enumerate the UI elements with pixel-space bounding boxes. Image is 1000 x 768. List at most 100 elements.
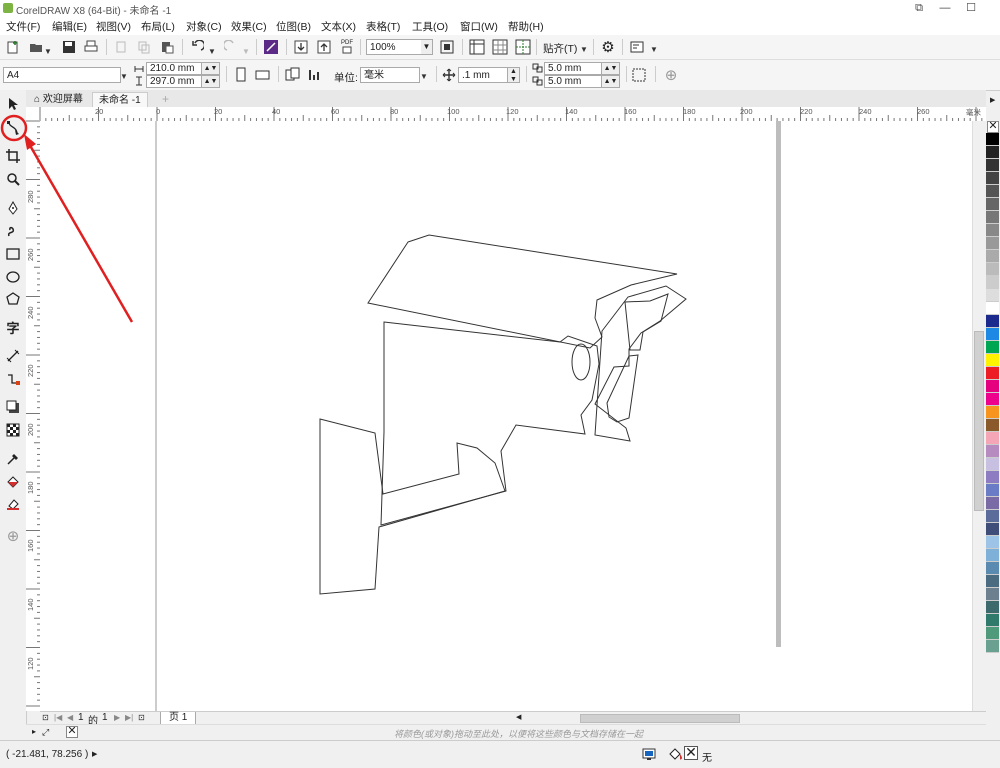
vertical-scroll-thumb[interactable] — [974, 331, 984, 511]
all-pages-icon[interactable] — [284, 66, 302, 84]
menu-object[interactable]: 对象(C) — [186, 19, 222, 34]
parallel-dimension-tool-icon[interactable] — [3, 346, 23, 366]
color-swatch[interactable] — [986, 380, 999, 393]
nudge-stepper[interactable]: ▲ ▼ — [508, 67, 520, 83]
status-expand-icon[interactable]: ▶ — [92, 750, 97, 758]
color-swatch[interactable] — [986, 276, 999, 289]
color-swatch[interactable] — [986, 601, 999, 614]
publish-pdf-icon[interactable]: PDF — [338, 38, 356, 56]
page-size-select[interactable]: A4 — [3, 67, 121, 83]
no-color-swatch-icon[interactable]: ✕ — [987, 121, 999, 133]
copy-icon[interactable] — [135, 38, 153, 56]
new-tab-add-icon[interactable]: + — [156, 92, 175, 107]
transparency-tool-icon[interactable] — [3, 420, 23, 440]
color-swatch[interactable] — [986, 185, 999, 198]
color-proofing-icon[interactable] — [642, 747, 656, 764]
interactive-fill-tool-icon[interactable] — [3, 472, 23, 492]
page-height-stepper[interactable]: ▲▼ — [202, 75, 220, 88]
color-swatch[interactable] — [986, 445, 999, 458]
tab-document[interactable]: 未命名 -1 — [92, 92, 148, 108]
units-dropdown-icon[interactable]: ▼ — [420, 70, 428, 82]
color-swatch[interactable] — [986, 393, 999, 406]
camera-top-shape[interactable] — [367, 234, 678, 349]
color-swatch[interactable] — [986, 159, 999, 172]
menu-window[interactable]: 窗口(W) — [460, 19, 498, 34]
current-page-icon[interactable] — [306, 66, 324, 84]
add-tool-icon[interactable]: ⊕ — [3, 526, 23, 546]
page-width-input[interactable]: 210.0 mm — [146, 62, 202, 75]
color-swatch[interactable] — [986, 237, 999, 250]
duplicate-distance-x-input[interactable]: 5.0 mm — [544, 62, 602, 75]
color-swatch[interactable] — [986, 497, 999, 510]
page-height-input[interactable]: 297.0 mm — [146, 75, 202, 88]
camera-hood-shape[interactable] — [594, 285, 687, 442]
menu-edit[interactable]: 编辑(E) — [52, 19, 87, 34]
open-folder-icon[interactable] — [27, 38, 45, 56]
color-swatch[interactable] — [986, 133, 999, 146]
redo-dropdown-icon[interactable]: ▼ — [242, 45, 250, 57]
treat-as-filled-icon[interactable] — [630, 66, 648, 84]
vertical-scrollbar[interactable] — [972, 121, 986, 711]
connector-tool-icon[interactable] — [3, 369, 23, 389]
menu-view[interactable]: 视图(V) — [96, 19, 131, 34]
color-swatch[interactable] — [986, 289, 999, 302]
color-swatch[interactable] — [986, 224, 999, 237]
smart-fill-tool-icon[interactable] — [3, 494, 23, 514]
show-guidelines-icon[interactable] — [514, 38, 532, 56]
scroll-left-icon[interactable]: ◀ — [516, 713, 521, 721]
snap-dropdown-icon[interactable]: ▼ — [580, 43, 588, 55]
launcher-dropdown-icon[interactable]: ▼ — [650, 43, 658, 55]
camera-drawing[interactable] — [319, 234, 687, 595]
menu-help[interactable]: 帮助(H) — [508, 19, 544, 34]
camera-body-shape[interactable] — [380, 321, 600, 526]
color-swatch[interactable] — [986, 510, 999, 523]
color-swatch[interactable] — [986, 146, 999, 159]
fill-bucket-icon[interactable] — [668, 747, 684, 764]
export-icon[interactable] — [315, 38, 333, 56]
color-swatch[interactable] — [986, 211, 999, 224]
undo-dropdown-icon[interactable]: ▼ — [208, 45, 216, 57]
color-swatch[interactable] — [986, 614, 999, 627]
snap-to-dropdown[interactable]: 贴齐(T) — [543, 41, 577, 56]
color-swatch[interactable] — [986, 263, 999, 276]
palette-menu-icon[interactable]: ▸ — [32, 727, 36, 736]
restore-icon[interactable]: ⧉ — [906, 0, 932, 17]
menu-text[interactable]: 文本(X) — [321, 19, 356, 34]
color-swatch[interactable] — [986, 627, 999, 640]
duplicate-y-stepper[interactable]: ▲▼ — [602, 75, 620, 88]
page-width-stepper[interactable]: ▲▼ — [202, 62, 220, 75]
horizontal-scroll-thumb[interactable] — [580, 714, 740, 723]
prev-page-button[interactable]: ◀ — [67, 713, 73, 722]
nudge-distance-input[interactable]: .1 mm — [458, 67, 508, 83]
first-page-button[interactable]: |◀ — [54, 713, 62, 722]
color-swatch[interactable] — [986, 172, 999, 185]
next-page-button[interactable]: ▶ — [114, 713, 120, 722]
menu-file[interactable]: 文件(F) — [6, 19, 40, 34]
add-icon[interactable]: ⊕ — [662, 66, 680, 84]
camera-lens-shape[interactable] — [571, 343, 591, 381]
color-swatch[interactable] — [986, 198, 999, 211]
drawing-canvas[interactable] — [40, 121, 986, 711]
menu-table[interactable]: 表格(T) — [366, 19, 400, 34]
zoom-dropdown-icon[interactable]: ▼ — [421, 39, 433, 55]
portrait-icon[interactable] — [232, 66, 250, 84]
color-swatch[interactable] — [986, 640, 999, 653]
add-page-icon[interactable]: ⊡ — [138, 713, 145, 722]
color-swatch[interactable] — [986, 302, 999, 315]
show-rulers-icon[interactable] — [468, 38, 486, 56]
color-swatch[interactable] — [986, 458, 999, 471]
undo-icon[interactable] — [188, 38, 206, 56]
cut-icon[interactable] — [112, 38, 130, 56]
redo-icon[interactable] — [222, 38, 240, 56]
menu-effects[interactable]: 效果(C) — [231, 19, 267, 34]
color-swatch[interactable] — [986, 432, 999, 445]
color-eyedropper-tool-icon[interactable] — [3, 449, 23, 469]
duplicate-distance-y-input[interactable]: 5.0 mm — [544, 75, 602, 88]
menu-bitmaps[interactable]: 位图(B) — [276, 19, 311, 34]
camera-side-strip[interactable] — [606, 354, 639, 423]
menu-tools[interactable]: 工具(O) — [412, 19, 448, 34]
duplicate-x-stepper[interactable]: ▲▼ — [602, 62, 620, 75]
open-dropdown-icon[interactable]: ▼ — [44, 45, 52, 57]
color-swatch[interactable] — [986, 354, 999, 367]
color-swatch[interactable] — [986, 419, 999, 432]
